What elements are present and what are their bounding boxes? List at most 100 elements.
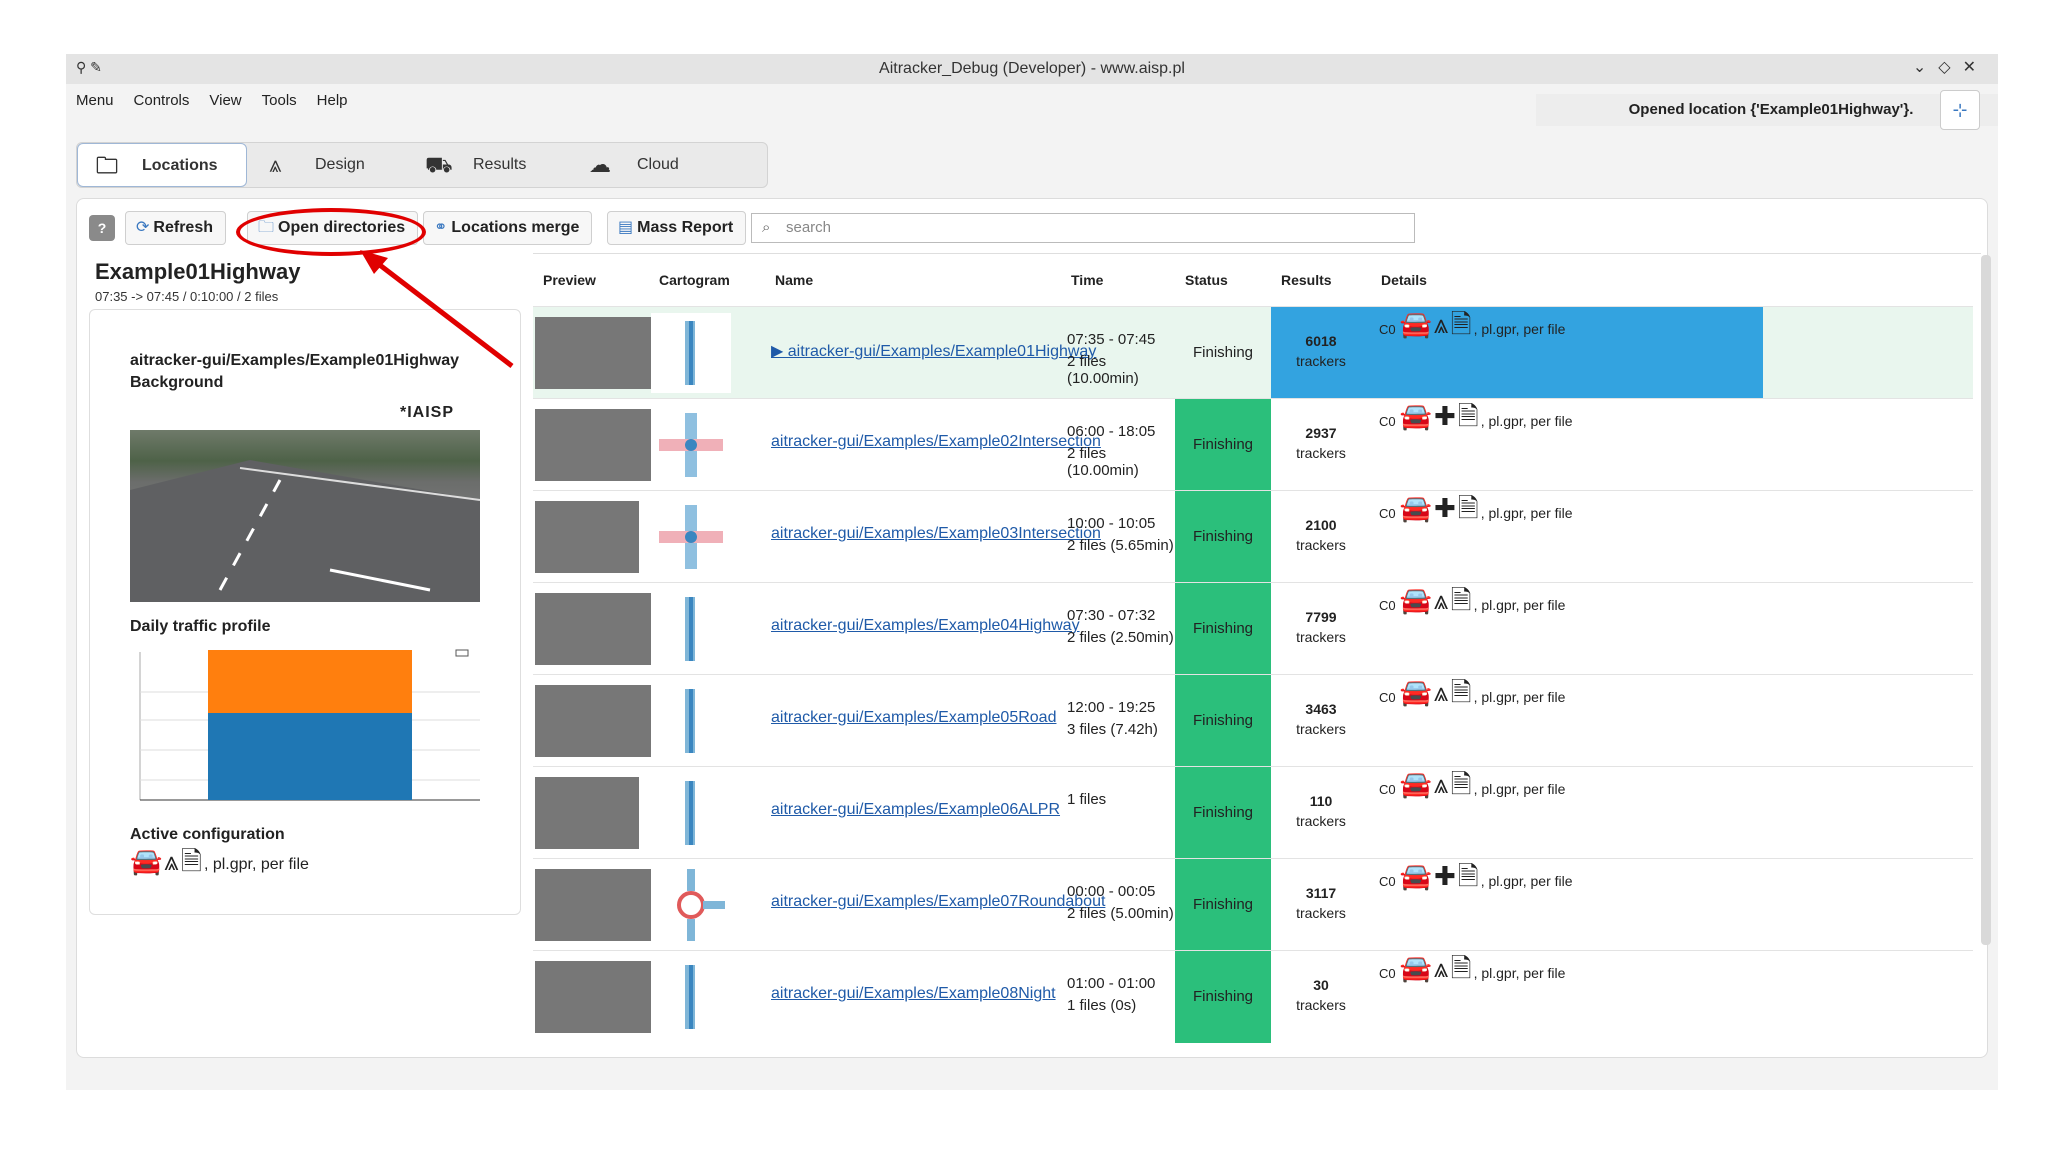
cartogram-cell[interactable] <box>649 951 765 1043</box>
details-text: , pl.gpr, per file <box>1473 781 1566 797</box>
col-name[interactable]: Name <box>765 254 1061 306</box>
table-row[interactable]: aitracker-gui/Examples/Example07Roundabo… <box>533 858 1973 951</box>
cartogram-image[interactable] <box>651 957 731 1037</box>
location-link[interactable]: aitracker-gui/Examples/Example04Highway <box>771 617 1080 635</box>
location-link[interactable]: aitracker-gui/Examples/Example08Night <box>771 985 1056 1003</box>
tracker-count: 7799 <box>1305 609 1337 625</box>
location-link[interactable]: ▶ aitracker-gui/Examples/Example01Highwa… <box>771 341 1096 361</box>
menu-item-menu[interactable]: Menu <box>76 92 114 109</box>
cartogram-cell[interactable] <box>649 859 765 951</box>
menu-item-help[interactable]: Help <box>317 92 348 109</box>
col-details[interactable]: Details <box>1371 254 1731 306</box>
details-cell[interactable]: C0 🚘 ✚ 🗎, pl.gpr, per file <box>1371 491 1763 583</box>
cartogram-cell[interactable] <box>649 583 765 675</box>
table-scrollbar[interactable] <box>1981 255 1991 945</box>
road-scene <box>130 460 481 602</box>
preview-thumbnail[interactable] <box>535 777 639 849</box>
details-cell[interactable]: C0 🚘 ✚ 🗎, pl.gpr, per file <box>1371 399 1763 491</box>
cartogram-image[interactable] <box>651 405 731 485</box>
results-cell: 2100 trackers <box>1271 491 1371 583</box>
preview-cell[interactable] <box>533 951 669 1043</box>
cartogram-image[interactable] <box>651 681 731 761</box>
cartogram-image[interactable] <box>651 313 731 393</box>
table-row[interactable]: aitracker-gui/Examples/Example02Intersec… <box>533 398 1973 491</box>
preview-cell[interactable] <box>533 859 669 951</box>
preview-cell[interactable] <box>533 767 649 859</box>
col-cartogram[interactable]: Cartogram <box>649 254 765 306</box>
table-row[interactable]: aitracker-gui/Examples/Example03Intersec… <box>533 490 1973 583</box>
search-input[interactable]: ⌕ search <box>751 213 1415 243</box>
name-cell[interactable]: ▶ aitracker-gui/Examples/Example01Highwa… <box>765 307 1096 399</box>
menu-item-controls[interactable]: Controls <box>134 92 190 109</box>
name-cell[interactable]: aitracker-gui/Examples/Example03Intersec… <box>765 491 1101 583</box>
cartogram-cell[interactable] <box>649 399 765 491</box>
details-cell[interactable]: C0 🚘 ⩓ 🗎, pl.gpr, per file <box>1371 767 1763 859</box>
status-badge: Finishing <box>1192 344 1254 361</box>
details-cell[interactable]: C0 🚘 ⩓ 🗎, pl.gpr, per file <box>1371 307 1763 399</box>
name-cell[interactable]: aitracker-gui/Examples/Example02Intersec… <box>765 399 1101 491</box>
details-cell[interactable]: C0 🚘 ⩓ 🗎, pl.gpr, per file <box>1371 583 1763 675</box>
time-range: 07:30 - 07:32 <box>1067 607 1156 624</box>
location-link[interactable]: aitracker-gui/Examples/Example05Road <box>771 709 1056 727</box>
table-row[interactable]: aitracker-gui/Examples/Example05Road 12:0… <box>533 674 1973 767</box>
status-notice: Opened location {'Example01Highway'}. <box>1536 94 1998 126</box>
config-code: C0 <box>1379 874 1396 889</box>
table-row[interactable]: aitracker-gui/Examples/Example08Night 01:… <box>533 950 1973 1043</box>
location-link[interactable]: aitracker-gui/Examples/Example03Intersec… <box>771 525 1101 543</box>
window-controls[interactable]: ⌄◇✕ <box>1913 57 1988 77</box>
title-bar: ⚲ ✎ Aitracker_Debug (Developer) - www.ai… <box>66 54 1998 84</box>
preview-cell[interactable] <box>533 307 669 399</box>
preview-cell[interactable] <box>533 583 669 675</box>
cartogram-image[interactable] <box>651 865 731 945</box>
menu-item-tools[interactable]: Tools <box>262 92 297 109</box>
help-button[interactable]: ? <box>89 215 115 241</box>
refresh-button[interactable]: ⟳ Refresh <box>125 211 226 245</box>
cartogram-image[interactable] <box>651 589 731 669</box>
config-code: C0 <box>1379 322 1396 337</box>
preview-cell[interactable] <box>533 491 649 583</box>
table-row[interactable]: ▶ aitracker-gui/Examples/Example01Highwa… <box>533 306 1973 399</box>
preview-thumbnail[interactable] <box>535 501 639 573</box>
locations-merge-button[interactable]: ⚭ Locations merge <box>423 211 593 245</box>
time-range: 1 files <box>1067 791 1107 808</box>
cartogram-cell[interactable] <box>649 767 765 859</box>
location-link[interactable]: aitracker-gui/Examples/Example02Intersec… <box>771 433 1101 451</box>
cartogram-cell[interactable] <box>649 675 765 767</box>
name-cell[interactable]: aitracker-gui/Examples/Example05Road <box>765 675 1061 767</box>
table-row[interactable]: aitracker-gui/Examples/Example06ALPR 1 fi… <box>533 766 1973 859</box>
cartogram-cell[interactable] <box>649 491 765 583</box>
profile-label: Daily traffic profile <box>130 618 271 635</box>
mass-report-button[interactable]: ▤ Mass Report <box>607 211 747 245</box>
col-results[interactable]: Results <box>1271 254 1371 306</box>
table-row[interactable]: aitracker-gui/Examples/Example04Highway 0… <box>533 582 1973 675</box>
col-time[interactable]: Time <box>1061 254 1175 306</box>
tab-design[interactable]: ⩓ Design <box>259 143 409 187</box>
menu-item-view[interactable]: View <box>209 92 241 109</box>
col-preview[interactable]: Preview <box>533 254 649 306</box>
cartogram-image[interactable] <box>651 773 731 853</box>
road-icon: ⩓ <box>1434 585 1449 615</box>
details-cell[interactable]: C0 🚘 ⩓ 🗎, pl.gpr, per file <box>1371 675 1763 767</box>
status-badge: Finishing <box>1175 951 1271 1043</box>
tab-results[interactable]: ⛟ Results <box>415 143 565 187</box>
details-cell[interactable]: C0 🚘 ✚ 🗎, pl.gpr, per file <box>1371 859 1763 951</box>
col-status[interactable]: Status <box>1175 254 1271 306</box>
preview-cell[interactable] <box>533 399 669 491</box>
name-cell[interactable]: aitracker-gui/Examples/Example06ALPR <box>765 767 1061 859</box>
tab-cloud[interactable]: ☁ Cloud <box>577 143 727 187</box>
name-cell[interactable]: aitracker-gui/Examples/Example04Highway <box>765 583 1080 675</box>
tracker-unit: trackers <box>1296 537 1346 553</box>
location-link[interactable]: aitracker-gui/Examples/Example07Roundabo… <box>771 893 1105 911</box>
location-link[interactable]: aitracker-gui/Examples/Example06ALPR <box>771 801 1060 819</box>
report-icon: ▤ <box>618 219 634 236</box>
share-icon[interactable]: ⊹ <box>1940 90 1980 130</box>
name-cell[interactable]: aitracker-gui/Examples/Example08Night <box>765 951 1061 1043</box>
status-badge: Finishing <box>1175 583 1271 675</box>
cartogram-image[interactable] <box>651 497 731 577</box>
status-cell: Finishing <box>1175 307 1271 399</box>
cartogram-cell[interactable] <box>649 307 765 399</box>
name-cell[interactable]: aitracker-gui/Examples/Example07Roundabo… <box>765 859 1105 951</box>
details-cell[interactable]: C0 🚘 ⩓ 🗎, pl.gpr, per file <box>1371 951 1763 1043</box>
preview-cell[interactable] <box>533 675 669 767</box>
tab-locations[interactable]: 🗀 Locations <box>77 143 247 187</box>
